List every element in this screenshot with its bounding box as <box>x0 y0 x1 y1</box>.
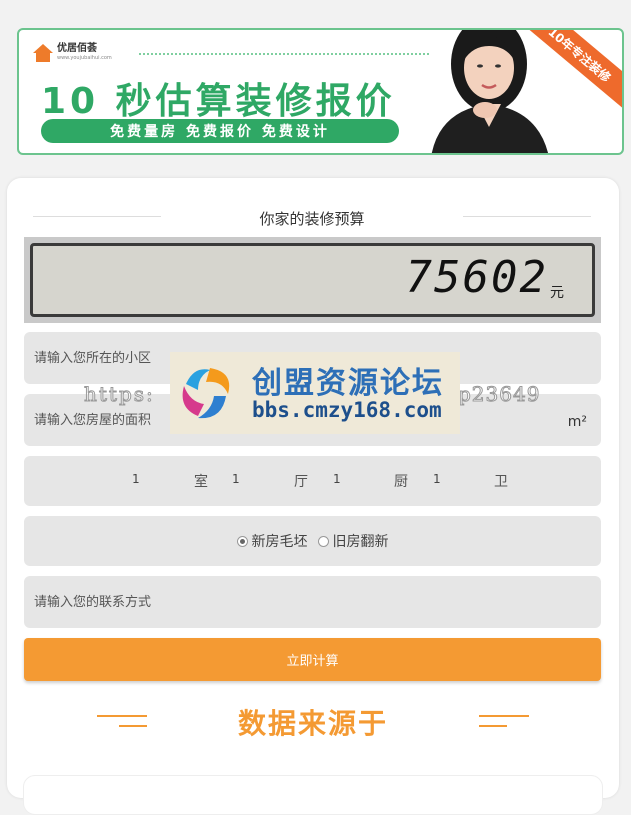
bedroom-label: 室 <box>194 474 208 490</box>
dotted-divider <box>139 53 429 55</box>
radio-old-house-label: 旧房翻新 <box>332 534 389 550</box>
radio-old-house[interactable]: 旧房翻新 <box>317 531 389 551</box>
livingroom-count[interactable]: 1 <box>232 472 240 486</box>
calculator-heading-row: 你家的装修预算 <box>33 208 591 232</box>
data-source-header: 数据来源于 <box>7 698 619 740</box>
data-source-card <box>23 775 603 815</box>
radio-selected-icon[interactable] <box>236 535 248 547</box>
source-deco-right <box>479 715 529 735</box>
watermark-logo-icon <box>182 368 230 419</box>
budget-screen: 75602 元 <box>30 243 595 317</box>
brand-url: www.youjubaihui.com <box>57 54 112 61</box>
watermark-overlay: 创盟资源论坛 bbs.cmzy168.com <box>170 352 460 434</box>
contact-input[interactable] <box>34 576 561 628</box>
banner-title: 10 秒估算装修报价 <box>41 81 396 122</box>
bathroom-label: 卫 <box>494 474 508 490</box>
radio-new-house[interactable]: 新房毛坯 <box>236 531 308 551</box>
bedroom-count[interactable]: 1 <box>132 472 140 486</box>
kitchen-label: 厨 <box>394 474 408 490</box>
radio-unselected-icon[interactable] <box>317 535 329 547</box>
watermark-right-text: p23649 <box>457 382 541 407</box>
house-type-field: 新房毛坯 旧房翻新 <box>24 516 601 566</box>
calculator-card: 你家的装修预算 75602 元 m² 1 室 1 厅 1 厨 1 卫 新房 <box>7 178 619 815</box>
house-logo-icon <box>33 42 53 62</box>
contact-field[interactable] <box>24 576 601 628</box>
radio-new-house-label: 新房毛坯 <box>251 534 308 550</box>
budget-display: 75602 元 <box>24 237 601 323</box>
watermark-url-text: bbs.cmzy168.com <box>252 398 442 422</box>
calculate-button[interactable]: 立即计算 <box>24 638 601 681</box>
budget-unit: 元 <box>550 285 564 301</box>
banner-benefits: 免费量房 免费报价 免费设计 <box>41 119 399 143</box>
budget-amount: 75602 <box>405 252 548 303</box>
heading-divider-right <box>463 216 591 217</box>
brand-name: 优居佰荟 <box>57 42 97 54</box>
room-layout-field: 1 室 1 厅 1 厨 1 卫 <box>24 456 601 506</box>
promo-banner[interactable]: 优居佰荟 www.youjubaihui.com 10 秒估算装修报价 免费量房… <box>17 28 624 155</box>
area-unit: m² <box>567 414 587 430</box>
kitchen-count[interactable]: 1 <box>333 472 341 486</box>
brand-logo: 优居佰荟 www.youjubaihui.com <box>33 42 112 62</box>
bathroom-count[interactable]: 1 <box>433 472 441 486</box>
livingroom-label: 厅 <box>294 474 308 490</box>
house-type-radio-group: 新房毛坯 旧房翻新 <box>24 531 601 551</box>
consultant-photo <box>431 30 548 153</box>
calculator-heading: 你家的装修预算 <box>259 210 365 228</box>
watermark-cn-text: 创盟资源论坛 <box>252 366 444 401</box>
watermark-left-text: https: <box>84 382 155 407</box>
